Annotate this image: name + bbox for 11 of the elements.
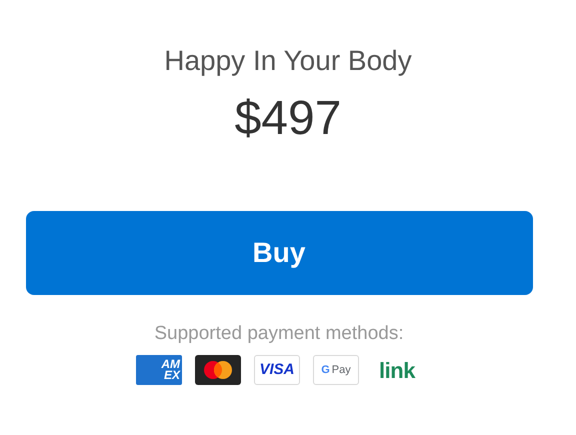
product-title: Happy In Your Body xyxy=(164,44,412,78)
card-text: AM xyxy=(161,359,180,370)
card-text: Pay xyxy=(332,362,351,378)
buy-button[interactable]: Buy xyxy=(26,211,532,295)
card-text: EX xyxy=(164,370,180,381)
circles-icon xyxy=(202,360,234,380)
g-mark: G xyxy=(321,362,330,378)
link-logo: link xyxy=(378,356,416,384)
payment-caption: Supported payment methods: xyxy=(154,322,404,346)
visa-card: VISA xyxy=(254,355,300,385)
price: $497 xyxy=(234,91,342,147)
